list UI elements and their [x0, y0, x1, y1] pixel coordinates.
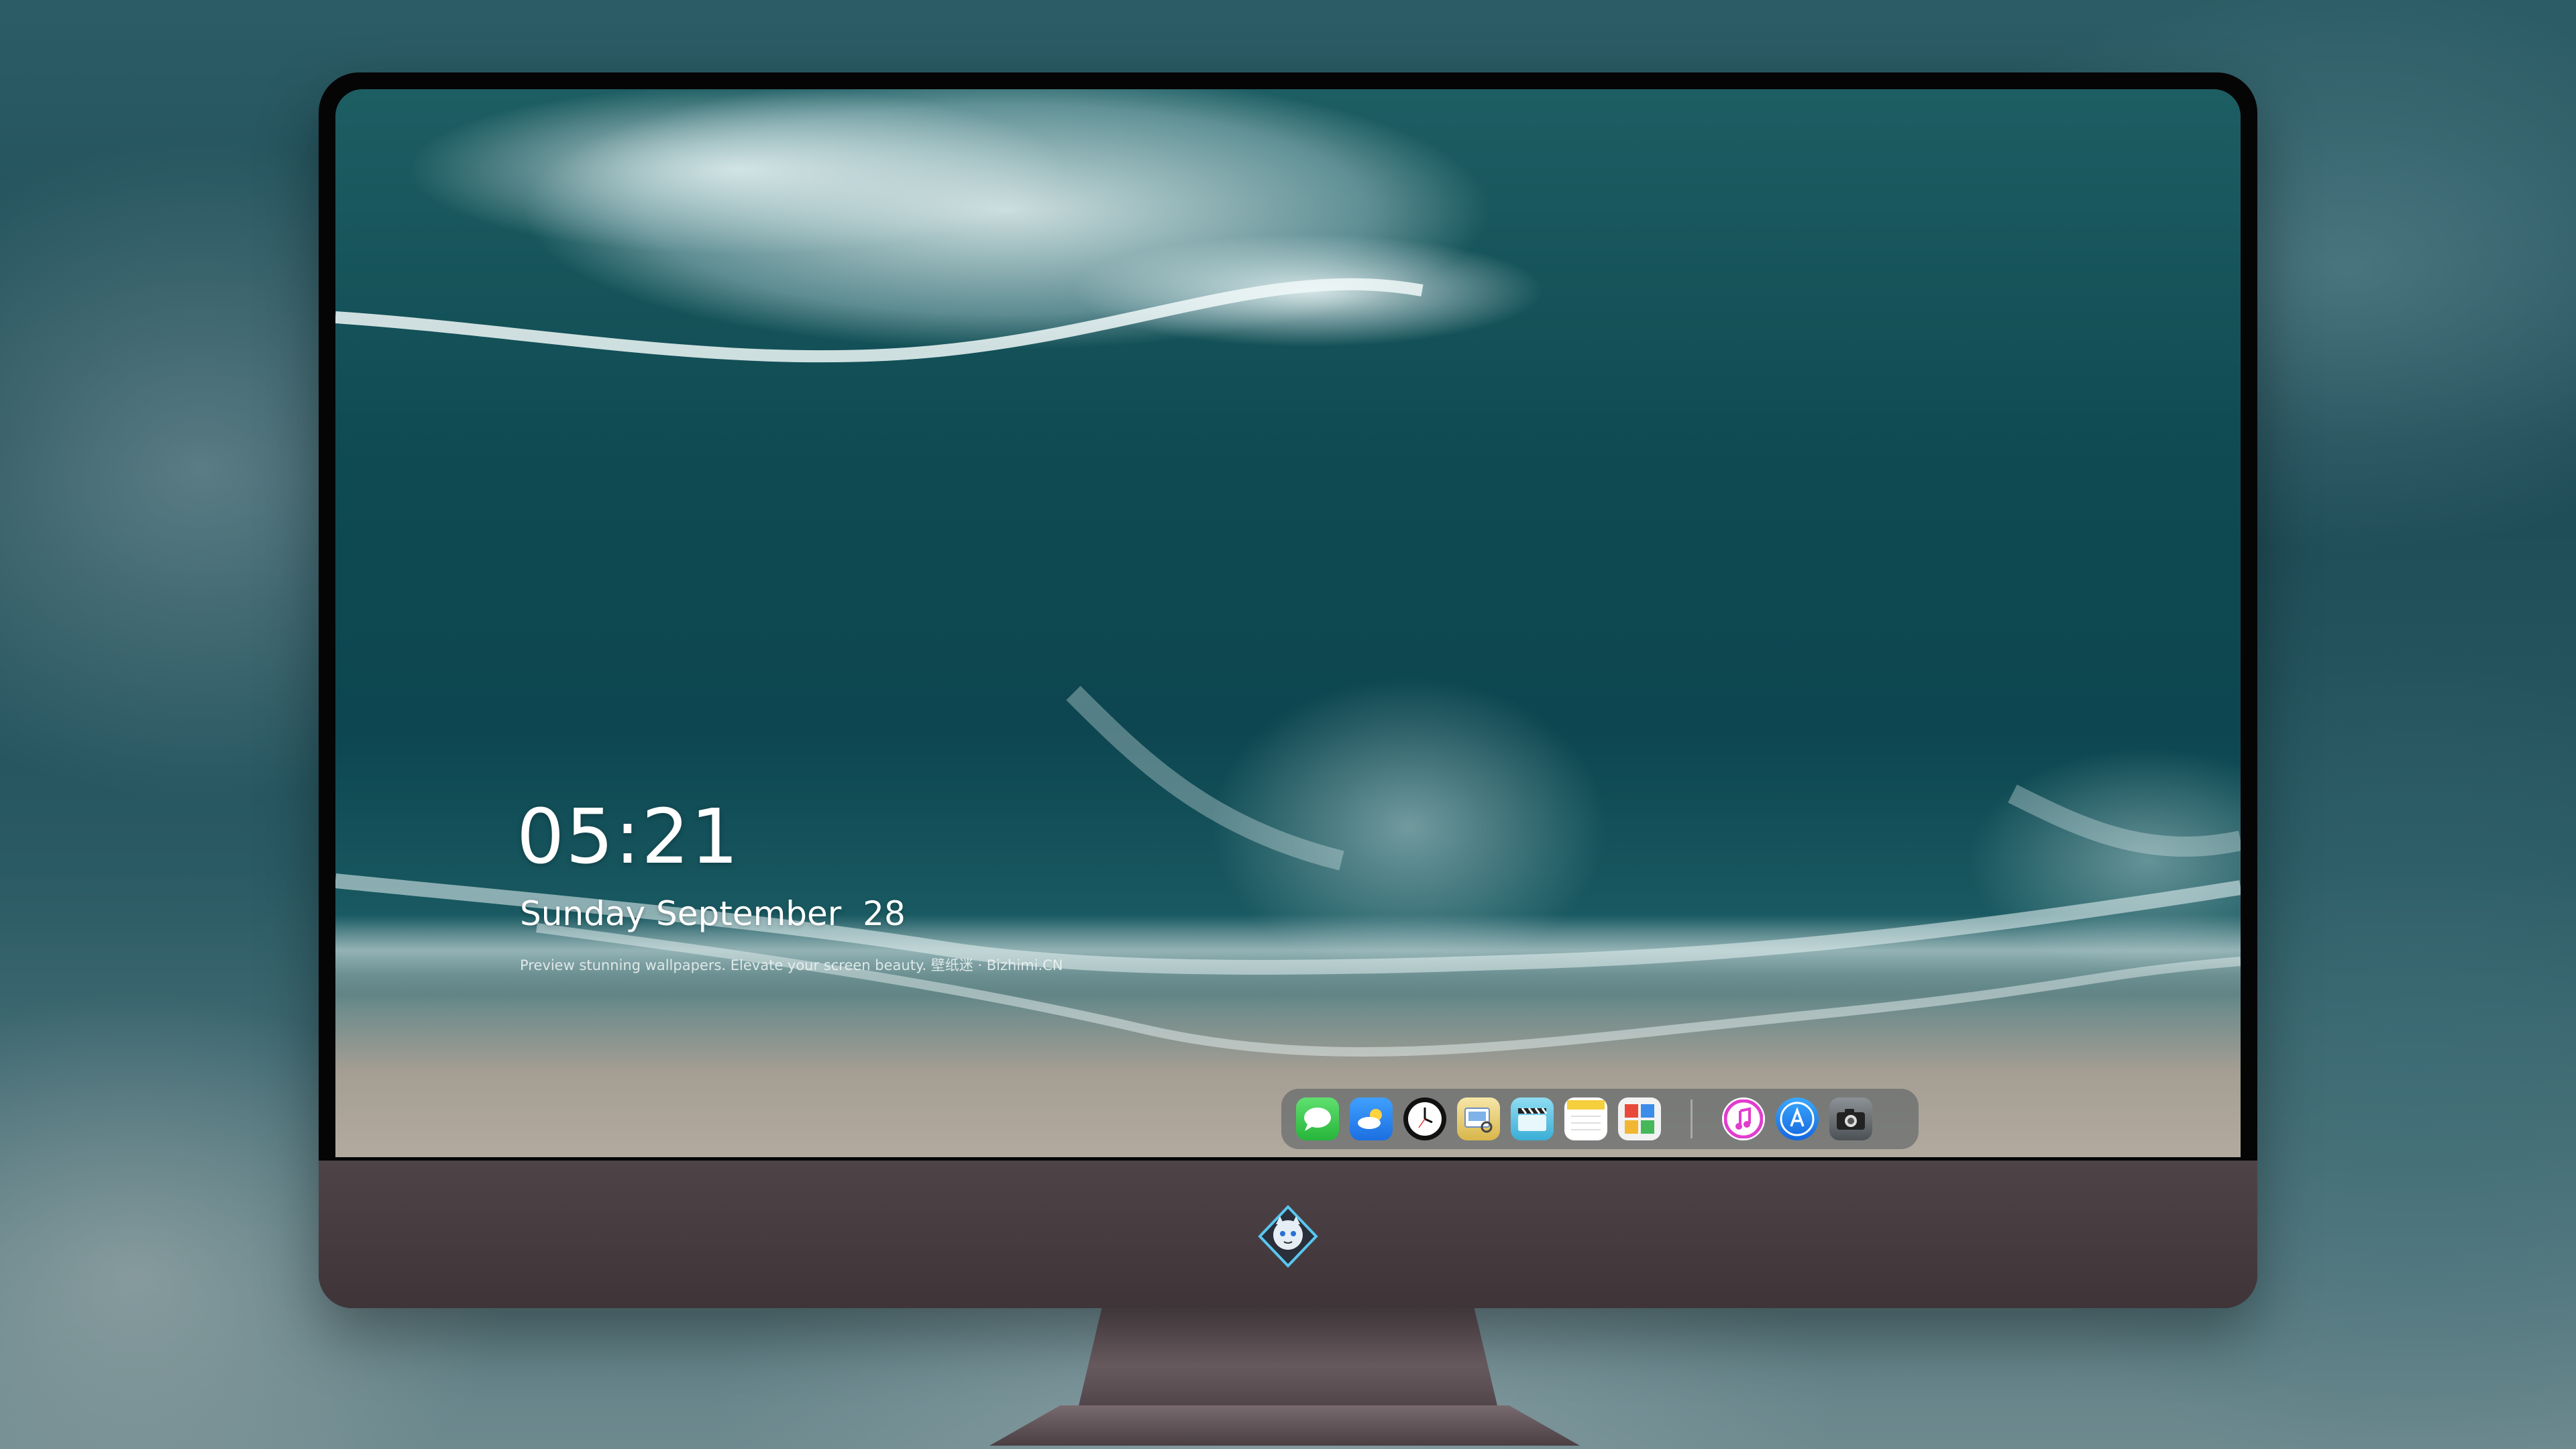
clock-icon[interactable] [1403, 1097, 1446, 1140]
photo-booth-icon[interactable] [1618, 1097, 1661, 1140]
monitor-stand-base [989, 1405, 1580, 1446]
mascot-logo [1258, 1205, 1318, 1268]
app-store-icon[interactable] [1776, 1097, 1819, 1140]
music-icon[interactable] [1722, 1097, 1765, 1140]
dock-separator [1690, 1099, 1693, 1138]
weather-icon[interactable] [1350, 1097, 1393, 1140]
messages-icon[interactable] [1296, 1097, 1339, 1140]
preview-icon[interactable] [1457, 1097, 1500, 1140]
lock-screen-date: Sunday September 28 [520, 894, 906, 933]
camera-icon[interactable] [1829, 1097, 1872, 1140]
desktop-backdrop: 05:21 Sunday September 28 Preview stunni… [0, 0, 2576, 1449]
clapperboard-icon[interactable] [1511, 1097, 1554, 1140]
notes-icon[interactable] [1564, 1097, 1607, 1140]
monitor: 05:21 Sunday September 28 Preview stunni… [319, 72, 2257, 1308]
monitor-chin [319, 1161, 2257, 1308]
wallpaper-tagline: Preview stunning wallpapers. Elevate you… [520, 957, 1063, 973]
wave-foam-illustration [335, 278, 2241, 1057]
lock-screen[interactable]: 05:21 Sunday September 28 Preview stunni… [335, 89, 2241, 1157]
dock [1281, 1089, 1919, 1149]
monitor-stand-neck [1077, 1307, 1499, 1414]
lock-screen-clock: 05:21 [517, 794, 740, 881]
